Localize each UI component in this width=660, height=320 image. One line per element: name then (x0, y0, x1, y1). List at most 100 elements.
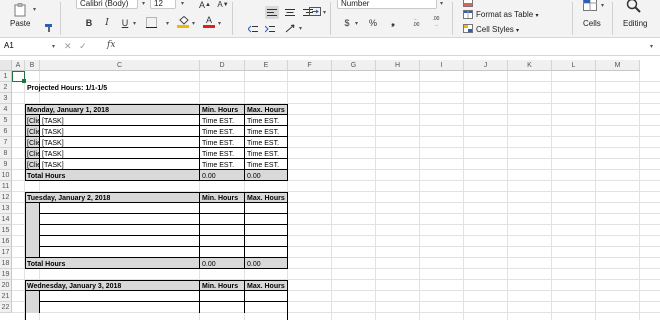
client-cell[interactable]: [Clie (25, 127, 40, 138)
cell-styles-icon[interactable] (461, 22, 475, 35)
min-total-cell[interactable]: 0.00 (200, 259, 216, 269)
decrease-indent-icon[interactable] (246, 22, 260, 35)
row-header[interactable]: 14 (0, 214, 12, 225)
min-hours-header[interactable]: Min. Hours (200, 281, 238, 291)
row-header[interactable]: 1 (0, 71, 12, 82)
min-hours-cell[interactable]: Time EST. (200, 138, 234, 148)
align-center-icon[interactable] (283, 6, 297, 19)
row-header[interactable]: 12 (0, 192, 12, 203)
decrease-decimal-button[interactable]: .00 → (428, 15, 444, 28)
cells-dropdown-icon[interactable]: ▾ (601, 2, 604, 9)
increase-indent-icon[interactable] (263, 22, 277, 35)
paste-label[interactable]: Paste (10, 19, 30, 28)
cells-label[interactable]: Cells (583, 19, 601, 28)
row-header[interactable]: 7 (0, 137, 12, 148)
client-cell[interactable]: [Clie (25, 149, 40, 160)
font-size-select[interactable]: 12 (150, 0, 176, 9)
max-hours-header[interactable]: Max. Hours (245, 281, 285, 291)
bold-button[interactable]: B (82, 16, 96, 29)
fill-color-icon[interactable] (176, 15, 190, 28)
min-hours-header[interactable]: Min. Hours (200, 105, 238, 115)
min-hours-cell[interactable]: Time EST. (200, 149, 234, 159)
currency-dropdown-icon[interactable]: ▾ (355, 20, 358, 27)
italic-button[interactable]: I (100, 16, 114, 29)
total-hours-label[interactable]: Total Hours (25, 171, 65, 182)
number-format-select[interactable]: Number (337, 0, 437, 9)
task-cell[interactable]: [TASK] (40, 138, 64, 148)
font-size-dropdown-icon[interactable]: ▾ (181, 0, 184, 7)
insert-function-button[interactable]: fx (107, 40, 115, 50)
row-header[interactable]: 5 (0, 115, 12, 126)
orientation-dropdown-icon[interactable]: ▾ (299, 25, 302, 32)
column-header[interactable]: J (464, 60, 508, 71)
column-header[interactable]: H (376, 60, 420, 71)
increase-decimal-button[interactable]: ← .00 (408, 15, 424, 28)
column-header[interactable]: L (552, 60, 596, 71)
column-header[interactable]: I (420, 60, 464, 71)
max-hours-cell[interactable]: Time EST. (245, 138, 279, 148)
column-header[interactable]: M (596, 60, 640, 71)
row-header[interactable]: 10 (0, 170, 12, 181)
row-header[interactable]: 13 (0, 203, 12, 214)
select-all-corner[interactable] (0, 60, 12, 71)
total-hours-label[interactable]: Total Hours (25, 259, 65, 270)
min-hours-cell[interactable]: Time EST. (200, 160, 234, 170)
column-header[interactable]: E (245, 60, 288, 71)
column-header[interactable]: C (40, 60, 200, 71)
client-cell[interactable]: [Clie (25, 138, 40, 149)
day-header[interactable]: Monday, January 1, 2018 (25, 105, 109, 116)
max-hours-header[interactable]: Max. Hours (245, 105, 285, 115)
decrease-font-button[interactable]: A ▼ (214, 0, 232, 11)
formula-expand-icon[interactable]: ▾ (650, 43, 653, 50)
cell-styles-label[interactable]: Cell Styles ▾ (476, 25, 519, 34)
paste-dropdown-icon[interactable]: ▾ (33, 6, 36, 13)
row-header[interactable]: 9 (0, 159, 12, 170)
max-hours-cell[interactable]: Time EST. (245, 160, 279, 170)
row-header[interactable]: 22 (0, 302, 12, 313)
min-total-cell[interactable]: 0.00 (200, 171, 216, 181)
row-header[interactable]: 16 (0, 236, 12, 247)
borders-dropdown-icon[interactable]: ▾ (166, 20, 169, 27)
wrap-merge-icon[interactable] (308, 5, 322, 18)
currency-button[interactable]: $ (340, 16, 354, 29)
fill-color-dropdown-icon[interactable]: ▾ (192, 20, 195, 27)
align-left-icon[interactable] (265, 6, 279, 19)
max-hours-cell[interactable]: Time EST. (245, 149, 279, 159)
comma-style-button[interactable]: ❟ (386, 16, 400, 29)
editing-label[interactable]: Editing (623, 19, 647, 28)
name-box[interactable]: A1 (4, 41, 14, 50)
row-header[interactable]: 17 (0, 247, 12, 258)
column-header[interactable]: G (332, 60, 376, 71)
cancel-icon[interactable]: ✕ (64, 41, 72, 51)
row-header[interactable]: 3 (0, 93, 12, 104)
day-header[interactable]: Wednesday, January 3, 2018 (25, 281, 121, 292)
formula-input[interactable] (124, 40, 644, 54)
row-header[interactable]: 18 (0, 258, 12, 269)
merge-dropdown-icon[interactable]: ▾ (323, 9, 326, 16)
enter-icon[interactable]: ✓ (79, 41, 87, 51)
min-hours-header[interactable]: Min. Hours (200, 193, 238, 203)
day-header[interactable]: Tuesday, January 2, 2018 (25, 193, 110, 204)
paste-icon[interactable] (12, 2, 28, 18)
number-format-dropdown-icon[interactable]: ▾ (440, 0, 443, 7)
borders-icon[interactable] (144, 16, 158, 29)
fill-handle[interactable] (22, 79, 26, 83)
underline-dropdown-icon[interactable]: ▾ (133, 20, 136, 27)
row-header[interactable]: 11 (0, 181, 12, 192)
increase-font-button[interactable]: A ▲ (196, 0, 214, 11)
row-header[interactable]: 4 (0, 104, 12, 115)
font-name-select[interactable]: Calibri (Body) (76, 0, 138, 9)
column-header[interactable]: F (288, 60, 332, 71)
font-color-dropdown-icon[interactable]: ▾ (218, 20, 221, 27)
max-hours-cell[interactable]: Time EST. (245, 127, 279, 137)
row-header[interactable]: 19 (0, 269, 12, 280)
search-icon[interactable] (624, 0, 642, 13)
percent-button[interactable]: % (366, 16, 380, 29)
cells-icon[interactable] (582, 0, 598, 12)
column-header[interactable]: K (508, 60, 552, 71)
row-header[interactable]: 15 (0, 225, 12, 236)
min-hours-cell[interactable]: Time EST. (200, 127, 234, 137)
font-color-icon[interactable]: A (202, 15, 216, 28)
row-header[interactable]: 21 (0, 291, 12, 302)
max-hours-cell[interactable]: Time EST. (245, 116, 279, 126)
